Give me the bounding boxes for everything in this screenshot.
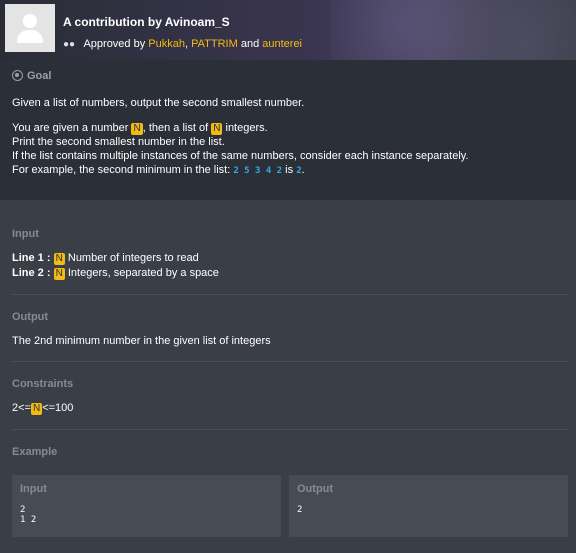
goal-text-fragment: integers.	[225, 122, 268, 134]
goal-line: For example, the second minimum in the l…	[12, 163, 469, 178]
constraint-fragment: 2<=	[12, 402, 31, 414]
goal-label: Goal	[27, 70, 52, 82]
example-input-content: 2 1 2	[20, 505, 37, 525]
output-heading: Output	[12, 311, 49, 323]
approver-link[interactable]: aunterei	[262, 38, 302, 50]
output-description: The 2nd minimum number in the given list…	[12, 335, 271, 347]
approver-link[interactable]: PATTRIM	[191, 38, 238, 50]
goal-text-fragment: .	[301, 164, 305, 176]
example-heading: Example	[12, 446, 58, 458]
example-input-title: Input	[20, 483, 47, 495]
contribution-title: A contribution by Avinoam_S	[63, 15, 230, 29]
section-divider	[12, 429, 568, 430]
input-line: Line 2 : N Integers, separated by a spac…	[12, 266, 219, 281]
input-line: Line 1 : N Number of integers to read	[12, 251, 219, 266]
constraints-text: 2<= N <=100	[12, 401, 73, 416]
variable-badge: N	[30, 403, 43, 415]
section-divider	[12, 294, 568, 295]
goal-text-fragment: is	[285, 164, 294, 176]
line-text: Number of integers to read	[67, 252, 199, 264]
variable-badge: N	[53, 268, 65, 280]
line-label: Line 2 :	[12, 267, 51, 279]
constraints-heading: Constraints	[12, 378, 74, 390]
section-divider	[12, 361, 568, 362]
input-heading: Input	[12, 228, 39, 240]
example-list-code: 2 5 3 4 2	[233, 166, 283, 176]
goal-line: If the list contains multiple instances …	[12, 150, 469, 162]
example-input-box: Input 2 1 2	[12, 475, 281, 537]
goal-line: Given a list of numbers, output the seco…	[12, 97, 305, 109]
avatar-body-shape	[17, 30, 43, 43]
example-output-box: Output 2	[289, 475, 568, 537]
goal-text-fragment: You are given a number	[12, 122, 129, 134]
statement-details: Input Line 1 : N Number of integers to r…	[0, 200, 576, 553]
goal-section: Goal Given a list of numbers, output the…	[0, 60, 576, 200]
approver-separator: ,	[184, 38, 189, 50]
goal-text-fragment: , then a list of	[142, 122, 209, 134]
line-text: Integers, separated by a space	[67, 267, 219, 279]
constraint-fragment: <=100	[42, 402, 74, 414]
variable-badge: N	[131, 123, 143, 135]
variable-badge: N	[53, 253, 65, 265]
approved-by-line: ●● Approved by Pukkah, PATTRIM and aunte…	[63, 38, 302, 50]
users-icon: ●●	[63, 39, 76, 50]
avatar[interactable]	[5, 4, 55, 52]
variable-badge: N	[211, 123, 223, 135]
contribution-header: A contribution by Avinoam_S ●● Approved …	[0, 0, 576, 60]
approver-separator: and	[240, 38, 260, 50]
goal-line: You are given a number N, then a list of…	[12, 121, 469, 135]
goal-heading: Goal	[12, 70, 51, 82]
goal-line: Print the second smallest number in the …	[12, 136, 225, 148]
approver-link[interactable]: Pukkah	[148, 38, 185, 50]
header-background-image	[330, 0, 576, 60]
approved-prefix: Approved by	[83, 38, 146, 50]
example-output-content: 2	[297, 505, 303, 515]
goal-statement: Given a list of numbers, output the seco…	[12, 96, 469, 178]
avatar-head-shape	[23, 14, 37, 28]
target-icon	[12, 70, 23, 81]
example-output-title: Output	[297, 483, 334, 495]
line-label: Line 1 :	[12, 252, 51, 264]
input-description: Line 1 : N Number of integers to read Li…	[12, 251, 219, 281]
goal-text-fragment: For example, the second minimum in the l…	[12, 164, 231, 176]
